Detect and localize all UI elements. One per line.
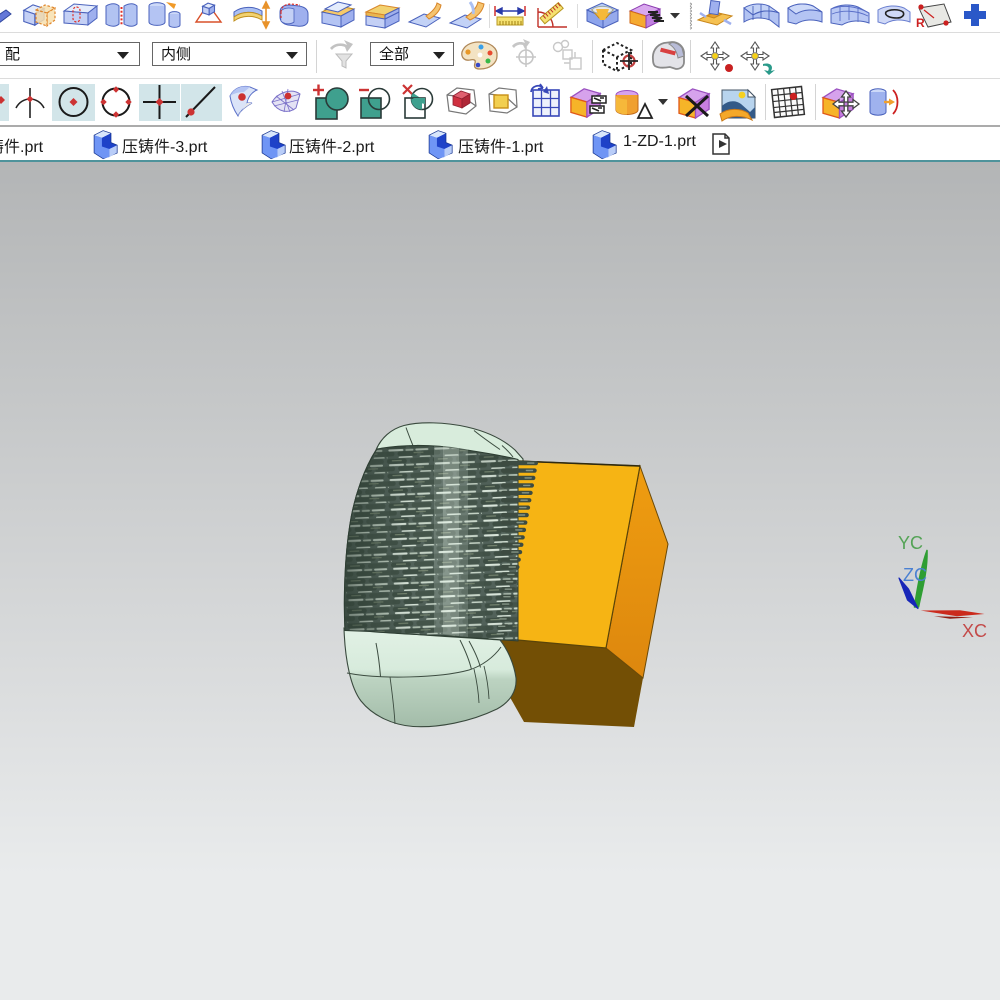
svg-text:XC: XC xyxy=(962,621,987,641)
svg-text:ZC: ZC xyxy=(903,565,927,585)
svg-text:YC: YC xyxy=(898,533,923,553)
